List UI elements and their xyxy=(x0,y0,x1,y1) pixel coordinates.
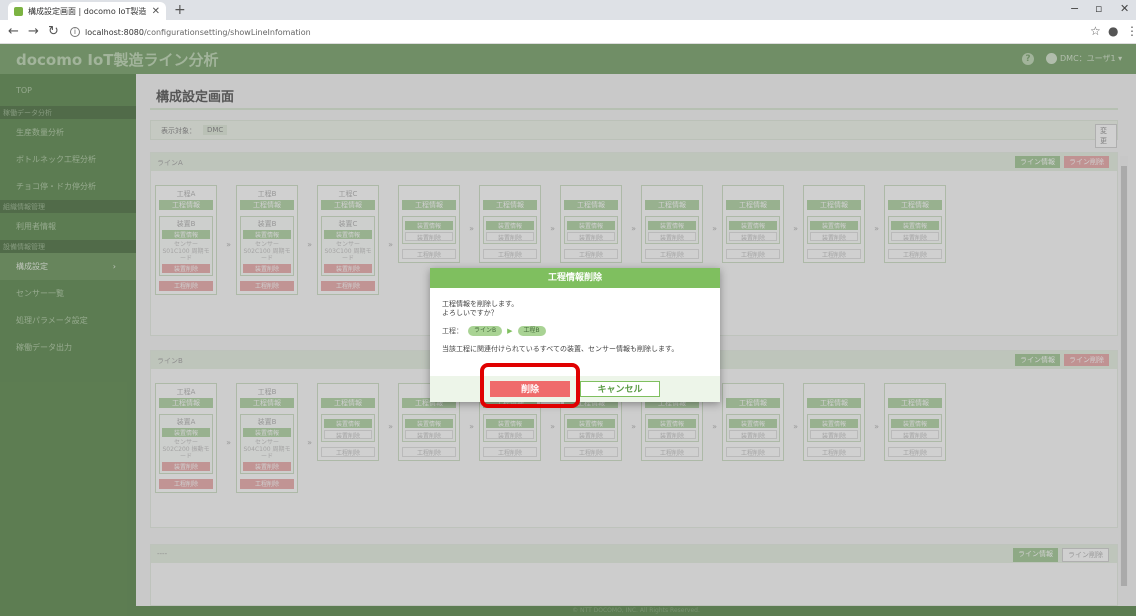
browser-tab-bar: 構成設定画面 | docomo IoT製造 ✕ + − ▫ ✕ xyxy=(0,0,1136,20)
profile-icon[interactable]: ● xyxy=(1108,24,1118,38)
menu-icon[interactable]: ⋮ xyxy=(1126,24,1136,38)
star-icon[interactable]: ☆ xyxy=(1090,24,1101,38)
address-bar: ← → ↻ i localhost:8080/configurationsett… xyxy=(0,20,1136,44)
forward-icon[interactable]: → xyxy=(28,24,39,40)
arrow-right-icon: ▶ xyxy=(507,326,513,335)
url-host: localhost:8080 xyxy=(85,27,144,37)
reload-icon[interactable]: ↻ xyxy=(48,24,59,40)
url-field[interactable]: i localhost:8080/configurationsetting/sh… xyxy=(70,23,1070,41)
restore-icon[interactable]: ▫ xyxy=(1095,2,1102,15)
browser-tab[interactable]: 構成設定画面 | docomo IoT製造 ✕ xyxy=(8,2,166,20)
dialog-message-1: 工程情報を削除します。 xyxy=(442,300,519,308)
leaf-icon xyxy=(14,6,23,16)
minimize-icon[interactable]: − xyxy=(1070,2,1079,15)
highlight-box xyxy=(480,363,580,408)
target-process: 工程： ラインB ▶ 工程B xyxy=(442,326,708,336)
info-icon[interactable]: i xyxy=(70,27,80,37)
new-tab-icon[interactable]: + xyxy=(174,2,186,18)
back-icon[interactable]: ← xyxy=(8,24,19,40)
process-pill: 工程B xyxy=(517,326,546,336)
dialog-warning: 当該工程に関連付けられているすべての装置、センサー情報も削除します。 xyxy=(442,345,679,353)
dialog-message-2: よろしいですか？ xyxy=(442,309,498,317)
tab-close-icon[interactable]: ✕ xyxy=(152,6,160,17)
line-pill: ラインB xyxy=(468,326,503,336)
cancel-button[interactable]: キャンセル xyxy=(580,381,660,397)
tab-title: 構成設定画面 | docomo IoT製造 xyxy=(28,6,147,16)
process-label: 工程： xyxy=(442,326,463,335)
url-path: /configurationsetting/showLineInfomation xyxy=(143,27,311,37)
window-close-icon[interactable]: ✕ xyxy=(1120,2,1129,15)
dialog-title: 工程情報削除 xyxy=(430,268,720,288)
